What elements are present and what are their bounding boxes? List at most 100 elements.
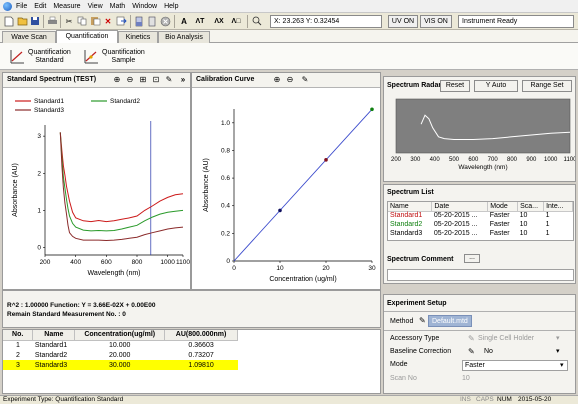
accessory-type-value: Single Cell Holder [478,335,535,342]
spectrum-list-cell: 05-20-2015 ... [433,212,478,220]
copy-icon[interactable] [76,15,88,27]
spectrum-list-row[interactable]: Standard2 05-20-2015 ... Faster 10 1 [388,220,573,229]
method-edit-icon[interactable]: ✎ [419,316,426,325]
calib-zoom-out-icon[interactable]: ⊖ [285,75,295,85]
new-icon[interactable] [3,15,15,27]
text-a-icon[interactable]: A [178,15,190,27]
table-row[interactable]: 2 Standard2 20.000 0.73207 [3,350,238,360]
chevron-down-icon[interactable]: ▾ [560,361,564,369]
col-no[interactable]: No. [3,330,34,341]
std-label-2: Standard [35,56,64,64]
radar-x-tick-label: 500 [449,157,460,163]
spectrum-list-row[interactable]: Standard3 05-20-2015 ... Faster 10 1 [388,229,573,238]
slist-col-interval[interactable]: Inte... [543,202,573,212]
standard-data-table: No. Name Concentration(ug/ml) AU(800.000… [2,329,381,394]
range-set-button[interactable]: Range Set [522,80,572,92]
accessory-edit-icon: ✎ [468,334,475,343]
text-ax-icon[interactable]: ΛX [210,15,228,27]
zoom-tool-icon[interactable] [251,15,263,27]
tab-quantification[interactable]: Quantification [56,30,118,43]
quantification-standard-button[interactable]: Quantification Standard [10,45,71,68]
cuvette-icon[interactable] [133,15,145,27]
calib-edit-icon[interactable]: ✎ [300,75,310,85]
radar-title: Spectrum Radar [387,82,442,89]
mode-label: Mode [390,361,408,368]
vis-on-button[interactable]: VIS ON [420,15,452,28]
method-value[interactable]: Default.mtd [428,315,472,327]
y-tick-label: 0.8 [221,147,230,154]
spectrum-list-cell: Faster [489,230,510,237]
radar-chart[interactable]: 200 300 400 500 600 700 800 900 1000 1100 Waveleng… [384,95,575,181]
y-tick-label: 0.2 [221,230,230,237]
slist-col-scan[interactable]: Sca... [517,202,545,212]
chevron-down-icon[interactable]: ▾ [556,347,560,355]
std-spectrum-title: Standard Spectrum (TEST) [7,76,97,83]
col-name[interactable]: Name [32,330,76,341]
mode-select[interactable]: Faster [462,360,568,371]
menu-help[interactable]: Help [164,3,178,10]
calibration-chart[interactable]: 0 10 20 30 0 0.2 0.4 0.6 0.8 1.0 Concentration (ug… [192,89,380,290]
y-auto-button[interactable]: Y Auto [474,80,518,92]
expand-panel-icon[interactable]: » [178,75,188,85]
spectrum-list-row[interactable]: Standard1 05-20-2015 ... Faster 10 1 [388,211,573,220]
num-indicator: NUM [497,396,512,403]
zoom-box-icon[interactable]: ⊡ [151,75,161,85]
menu-measure[interactable]: Measure [53,3,80,10]
cut-icon[interactable]: ✂ [63,15,75,27]
tab-wave-scan[interactable]: Wave Scan [2,31,56,43]
legend-label: Standard2 [110,98,140,105]
baseline-edit-icon[interactable]: ✎ [468,347,475,356]
stop-icon[interactable] [159,15,171,27]
experiment-type-status: Experiment Type: Quantification Standard [3,396,124,403]
delete-icon[interactable]: ✕ [102,15,114,27]
zoom-fit-icon[interactable]: ⊞ [138,75,148,85]
toolbar: ✂ ✕ A ΛT ΛX Λ□ X: 23.263 Y: 0.32454 UV O… [0,13,578,30]
blank-icon[interactable] [146,15,158,27]
slist-col-mode[interactable]: Mode [487,202,519,212]
slist-col-date[interactable]: Date [431,202,489,212]
comment-field[interactable] [387,269,574,281]
quantification-sample-button[interactable]: Quantification Sample [84,45,145,68]
tab-kinetics[interactable]: Kinetics [118,31,158,43]
x-tick-label: 600 [101,259,112,266]
print-icon[interactable] [46,15,58,27]
zoom-out-icon[interactable]: ⊖ [125,75,135,85]
menu-edit[interactable]: Edit [34,3,46,10]
menu-file[interactable]: File [16,3,27,10]
x-tick-label: 800 [132,259,143,266]
baseline-correction-value[interactable]: No [484,348,493,355]
y-tick-label: 0 [226,258,230,265]
save-icon[interactable] [29,15,41,27]
x-tick-label: 1000 [160,259,175,266]
spectrum-list-cell: Faster [489,221,510,228]
tab-bio-analysis[interactable]: Bio Analysis [158,31,210,43]
uv-on-button[interactable]: UV ON [388,15,418,28]
method-label: Method [390,318,414,325]
col-au[interactable]: AU(800.000nm) [164,330,238,341]
slist-col-name[interactable]: Name [388,202,433,212]
menu-math[interactable]: Math [110,3,126,10]
table-row[interactable]: 1 Standard1 10.000 0.36603 [3,340,238,350]
radar-x-tick-label: 800 [507,157,518,163]
reset-button[interactable]: Reset [440,80,470,92]
comment-more-button[interactable]: ... [464,254,480,263]
standard-spectrum-chart[interactable]: 200 400 600 800 1000 1100 0 1 2 3 Wavelength (nm) A… [3,89,190,290]
edit-chart-icon[interactable]: ✎ [164,75,174,85]
radar-plot-area [395,98,571,154]
text-d-icon[interactable]: Λ□ [229,15,243,27]
menu-window[interactable]: Window [132,3,157,10]
zoom-in-icon[interactable]: ⊕ [112,75,122,85]
table-row-selected[interactable]: 3 Standard3 30.000 1.09810 [3,360,238,370]
spectrum-list-cell: Faster [489,212,510,220]
calib-zoom-in-icon[interactable]: ⊕ [272,75,282,85]
tab-bar: Wave Scan Quantification Kinetics Bio An… [0,30,578,43]
open-icon[interactable] [16,15,28,27]
text-at-icon[interactable]: ΛT [191,15,209,27]
paste-icon[interactable] [89,15,101,27]
col-concentration[interactable]: Concentration(ug/ml) [74,330,166,341]
menu-view[interactable]: View [88,3,103,10]
x-tick-label: 0 [232,265,236,272]
export-icon[interactable] [115,15,127,27]
calibration-point [324,158,328,162]
x-tick-label: 20 [322,265,330,272]
